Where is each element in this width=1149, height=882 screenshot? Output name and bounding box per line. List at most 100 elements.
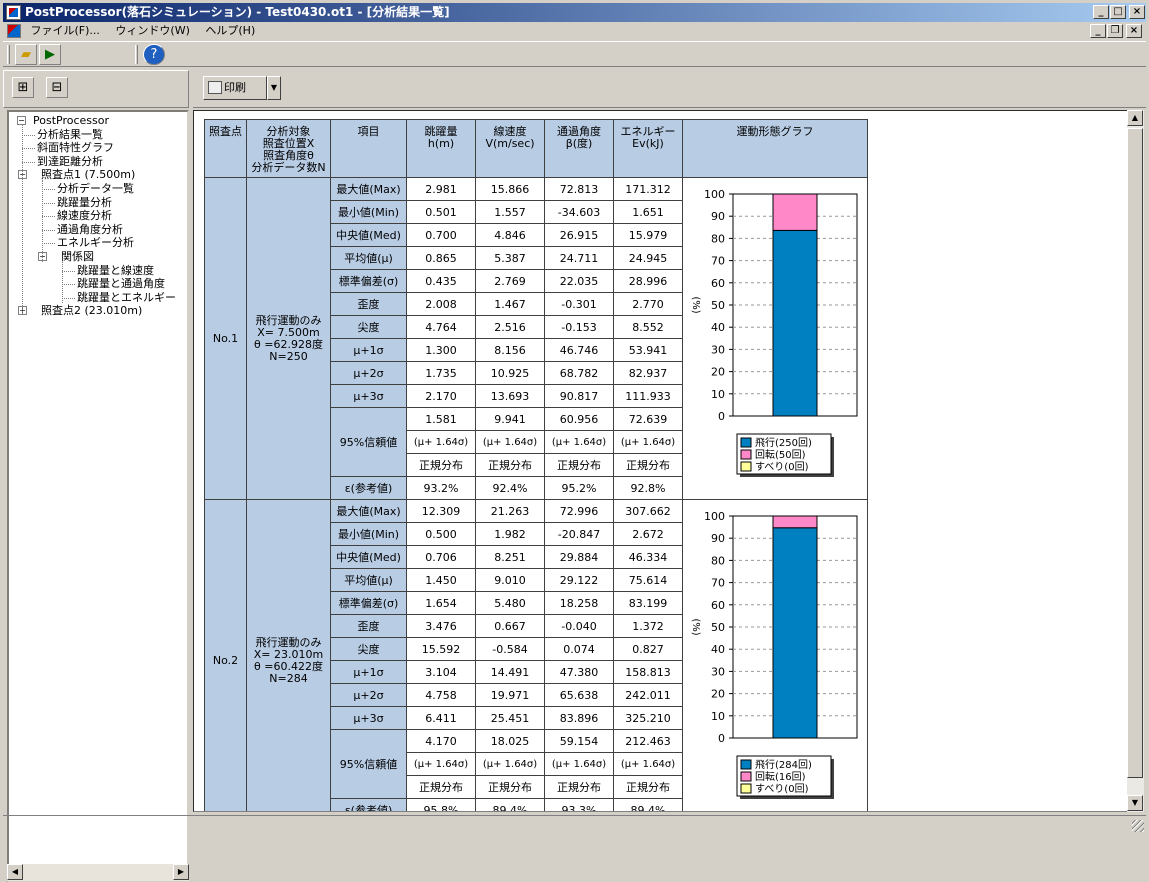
value-cell: 5.387	[475, 246, 545, 270]
tree-item[interactable]: 跳躍量と通過角度	[77, 277, 165, 291]
tree-root[interactable]: PostProcessor	[33, 114, 109, 128]
value-cell: 1.557	[475, 200, 545, 224]
tree-item[interactable]: 分析データ一覧	[57, 182, 134, 196]
target-text: 飛行運動のみ	[255, 313, 322, 327]
mdi-minimize-button[interactable]: _	[1090, 24, 1106, 38]
menu-window[interactable]: ウィンドウ(W)	[109, 22, 195, 40]
target-cell: 飛行運動のみ X= 23.010m θ =60.422度 N=284	[246, 499, 331, 811]
tree-item[interactable]: 関係図	[61, 250, 94, 264]
value-cell: 1.467	[475, 292, 545, 316]
resize-grip[interactable]	[1132, 820, 1144, 832]
tree-item[interactable]: 跳躍量と線速度	[77, 264, 154, 278]
legend-rotation-label: 回転(16回)	[755, 771, 806, 783]
value-cell: 75.614	[613, 568, 683, 592]
tree-item[interactable]: 跳躍量分析	[57, 196, 112, 210]
tree-item[interactable]: エネルギー分析	[57, 236, 134, 250]
legend-slide-label: すべり(0回)	[755, 461, 809, 473]
scroll-down-button[interactable]: ▼	[1127, 795, 1143, 811]
tree-item[interactable]: 到達距離分析	[37, 155, 103, 169]
value-cell: 2.516	[475, 315, 545, 339]
results-vertical-scrollbar[interactable]: ▲ ▼	[1127, 110, 1144, 812]
value-cell: 6.411	[406, 706, 476, 730]
column-header-text: エネルギー Ev(kJ)	[620, 125, 676, 150]
open-folder-icon[interactable]: ▰	[15, 44, 37, 65]
tree-line	[42, 229, 55, 231]
value-cell: 46.746	[544, 338, 614, 362]
menu-file[interactable]: ファイル(F)...	[25, 22, 106, 40]
tree-item[interactable]: 斜面特性グラフ	[37, 141, 114, 155]
value-cell: 1.450	[406, 568, 476, 592]
y-tick-label: 60	[711, 599, 725, 612]
value-cell: 93.3%	[544, 798, 614, 811]
y-tick-label: 30	[711, 343, 725, 356]
value-cell: 95.8%	[406, 798, 476, 811]
value-cell: 1.982	[475, 522, 545, 546]
tree-item[interactable]: 跳躍量とエネルギー	[77, 291, 176, 305]
flight-bar-segment	[772, 229, 818, 417]
menu-help[interactable]: ヘルプ(H)	[199, 22, 261, 40]
value-cell: 2.769	[475, 269, 545, 293]
tree-item[interactable]: 線速度分析	[57, 209, 112, 223]
expand-tree-icon[interactable]: ⊞	[12, 77, 34, 98]
value-cell: 4.758	[406, 683, 476, 707]
value-cell: 19.971	[475, 683, 545, 707]
y-tick-label: 100	[704, 188, 725, 201]
scroll-thumb[interactable]	[1127, 128, 1143, 778]
value-cell: 0.501	[406, 200, 476, 224]
column-header: 分析対象 照査位置X 照査角度θ 分析データ数N	[246, 119, 331, 178]
row-label: 最大値(Max)	[330, 499, 407, 523]
value-cell: 1.735	[406, 361, 476, 385]
mdi-close-button[interactable]: ×	[1126, 24, 1142, 38]
value-cell: -20.847	[544, 522, 614, 546]
scroll-left-button[interactable]: ◀	[7, 864, 23, 880]
row-label: 最小値(Min)	[330, 200, 407, 224]
value-cell: 158.813	[613, 660, 683, 684]
column-header-text: 線速度 V(m/sec)	[485, 125, 535, 150]
distribution-cell: 正規分布	[544, 775, 614, 799]
toolbar-grip[interactable]	[7, 45, 10, 64]
tree-item[interactable]: 通過角度分析	[57, 223, 123, 237]
y-axis-label: (%)	[690, 296, 701, 313]
print-dropdown-button[interactable]: ▼	[267, 76, 281, 100]
toolbar-grip[interactable]	[135, 45, 138, 64]
scroll-up-button[interactable]: ▲	[1127, 110, 1143, 126]
tree-item[interactable]: 照査点1 (7.500m)	[41, 168, 135, 182]
row-label: 尖度	[330, 637, 407, 661]
minimize-button[interactable]: _	[1093, 5, 1109, 19]
formula-cell: (μ+ 1.64σ)	[544, 752, 614, 776]
value-cell: 59.154	[544, 729, 614, 753]
value-cell: 15.866	[475, 177, 545, 201]
value-cell: 29.884	[544, 545, 614, 569]
collapse-tree-icon[interactable]: ⊟	[46, 77, 68, 98]
legend-flight-swatch	[740, 437, 752, 448]
value-cell: 3.104	[406, 660, 476, 684]
target-text: N=250	[269, 349, 308, 363]
y-tick-label: 0	[718, 732, 725, 745]
export-icon[interactable]: ▶	[39, 44, 61, 65]
help-icon[interactable]: ?	[143, 44, 165, 65]
flight-bar-segment	[772, 527, 818, 739]
value-cell: 4.764	[406, 315, 476, 339]
tree-line	[22, 161, 35, 163]
y-tick-label: 0	[718, 410, 725, 423]
value-cell: 0.865	[406, 246, 476, 270]
scroll-right-button[interactable]: ▶	[173, 864, 189, 880]
target-text: 飛行運動のみ	[255, 635, 322, 649]
legend-slide-label: すべり(0回)	[755, 783, 809, 795]
results-table: 照査点 分析対象 照査位置X 照査角度θ 分析データ数N 項目 跳躍量 h(m) 線速度…	[204, 119, 868, 811]
tree-toolbar: ⊞ ⊟	[3, 70, 189, 108]
tree-horizontal-scrollbar[interactable]: ◀ ▶	[7, 864, 189, 881]
title-bar: PostProcessor(落石シミュレーション) - Test0430.ot1…	[3, 3, 1146, 22]
value-cell: 25.451	[475, 706, 545, 730]
tree-item[interactable]: 照査点2 (23.010m)	[41, 304, 142, 318]
value-cell: 0.667	[475, 614, 545, 638]
motion-chart-cell: 100 90 80 70 60 50 40 30 20 10 0 (%) 飛行(250回) 回転(50回)…	[682, 177, 868, 500]
close-button[interactable]: ×	[1129, 5, 1145, 19]
maximize-button[interactable]: □	[1110, 5, 1126, 19]
tree-item[interactable]: 分析結果一覧	[37, 128, 103, 142]
document-icon[interactable]	[7, 24, 21, 38]
mdi-restore-button[interactable]: ❐	[1107, 24, 1123, 38]
row-label: 95%信頼値	[330, 407, 407, 477]
print-button[interactable]: 印刷	[203, 76, 267, 100]
value-cell: 4.170	[406, 729, 476, 753]
